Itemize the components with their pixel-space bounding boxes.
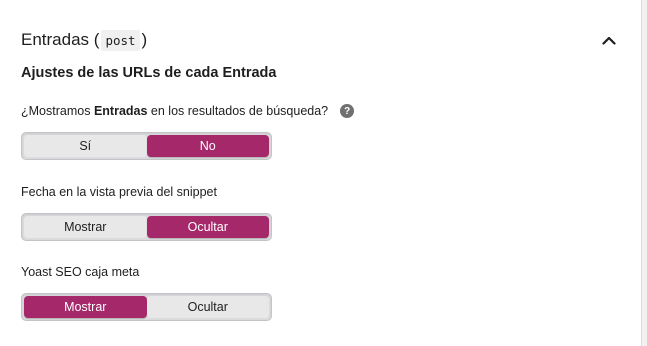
panel-title: Entradas ( post )	[21, 29, 148, 51]
help-icon[interactable]: ?	[340, 104, 355, 118]
toggle-snippet-date: Mostrar Ocultar	[21, 213, 272, 241]
panel-title-close: )	[141, 30, 148, 49]
settings-panel: Entradas ( post ) Ajustes de las URLs de…	[0, 0, 642, 346]
field-label-snippet-date: Fecha en la vista previa del snippet	[21, 185, 217, 199]
chevron-up-icon[interactable]	[601, 32, 617, 48]
label-bold-text: Entradas	[93, 104, 148, 118]
post-type-code: post	[101, 29, 140, 51]
field-label-meta-box: Yoast SEO caja meta	[21, 265, 140, 279]
panel-title-text: Entradas (	[21, 30, 100, 49]
toggle-option-si[interactable]: Sí	[24, 135, 147, 157]
toggle-option-ocultar[interactable]: Ocultar	[146, 216, 269, 238]
toggle-meta-box: Mostrar Ocultar	[21, 293, 272, 321]
toggle-option-mostrar[interactable]: Mostrar	[24, 216, 147, 238]
section-title: Ajustes de las URLs de cada Entrada	[21, 65, 277, 81]
toggle-search-results: Sí No	[21, 132, 272, 160]
toggle-option-ocultar[interactable]: Ocultar	[146, 296, 269, 318]
label-text: en los resultados de búsqueda?	[147, 104, 329, 118]
label-text: ¿Mostramos	[21, 104, 94, 118]
toggle-option-no[interactable]: No	[146, 135, 269, 157]
toggle-option-mostrar[interactable]: Mostrar	[24, 296, 147, 318]
field-label-search-results: ¿Mostramos Entradas en los resultados de…	[21, 104, 355, 118]
panel-header[interactable]: Entradas ( post )	[21, 28, 617, 52]
